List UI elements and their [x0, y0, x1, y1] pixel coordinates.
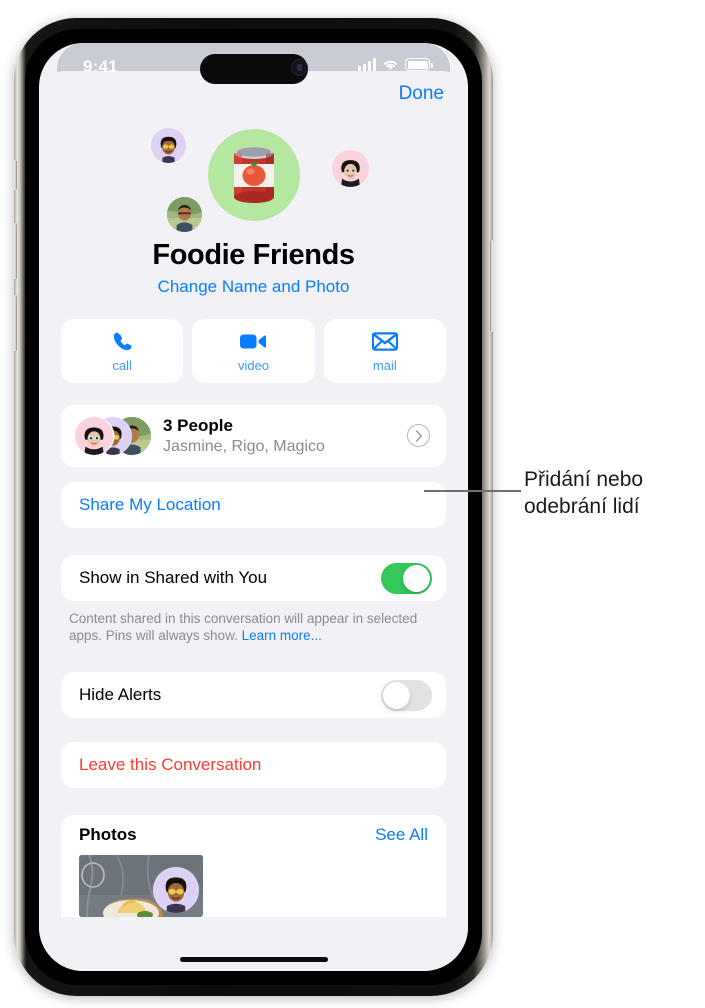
mail-button-label: mail [372, 358, 397, 373]
show-in-shared-with-you-label: Show in Shared with You [79, 568, 268, 587]
phone-screen: 9:41 Done Foodie Friends Change Name and… [39, 43, 468, 971]
video-button-label: video [237, 358, 270, 373]
done-button[interactable]: Done [399, 83, 444, 105]
change-name-and-photo-link[interactable]: Change Name and Photo [39, 277, 468, 297]
avatar-photo-outdoors [166, 197, 202, 232]
home-indicator [179, 957, 328, 962]
avatar-memoji-pink [331, 150, 369, 187]
avatar-memoji-glasses [150, 128, 186, 163]
photos-see-all-link[interactable]: See All [375, 825, 428, 845]
volume-up-button[interactable] [14, 223, 17, 279]
photos-strip [61, 855, 446, 917]
callout-line-1: Přidání nebo [524, 468, 644, 491]
sheet-header: Done [39, 71, 468, 123]
group-name: Foodie Friends [152, 239, 355, 271]
volume-down-button[interactable] [14, 295, 17, 351]
people-count-label: 3 People [163, 415, 233, 435]
people-text: 3 People Jasmine, Rigo, Magico [163, 416, 325, 457]
photos-title: Photos [79, 825, 137, 844]
mail-button[interactable]: mail [323, 319, 446, 383]
action-button[interactable] [14, 160, 17, 190]
callout-leader-line [424, 490, 521, 492]
power-button[interactable] [490, 240, 493, 332]
show-in-shared-with-you-toggle[interactable] [381, 562, 432, 594]
photos-section: Photos See All [61, 815, 446, 917]
quick-action-row: call video mail [61, 319, 446, 383]
chevron-right-icon[interactable] [407, 424, 430, 447]
people-row[interactable]: 3 People Jasmine, Rigo, Magico [61, 405, 446, 467]
video-button[interactable]: video [192, 319, 315, 383]
hide-alerts-toggle[interactable] [381, 679, 432, 711]
hide-alerts-row[interactable]: Hide Alerts [61, 672, 446, 718]
group-details-sheet: Done Foodie Friends Change Name and Phot… [39, 71, 468, 971]
show-in-shared-with-you-row[interactable]: Show in Shared with You [61, 555, 446, 601]
envelope-icon [371, 329, 398, 354]
phone-bezel: 9:41 Done Foodie Friends Change Name and… [25, 29, 482, 985]
group-header: Foodie Friends Change Name and Photo [39, 123, 468, 297]
call-button-label: call [112, 358, 132, 373]
share-my-location-label: Share My Location [79, 495, 221, 514]
photo-thumbnail[interactable] [79, 855, 203, 917]
phone-icon [111, 329, 134, 354]
avatar-memoji-pink [75, 417, 113, 455]
leave-conversation-label: Leave this Conversation [79, 755, 262, 774]
group-avatar-cluster [134, 125, 374, 241]
people-avatar-stack [75, 417, 151, 455]
callout-annotation: Přidání nebo odebrání lidí [524, 466, 702, 520]
learn-more-link[interactable]: Learn more... [242, 628, 322, 643]
call-button[interactable]: call [61, 319, 184, 383]
shared-with-you-footnote: Content shared in this conversation will… [69, 610, 438, 644]
avatar-memoji-glasses [153, 867, 199, 913]
hide-alerts-label: Hide Alerts [79, 685, 162, 704]
people-names-label: Jasmine, Rigo, Magico [163, 437, 325, 455]
phone-device-frame: 9:41 Done Foodie Friends Change Name and… [14, 18, 493, 996]
share-my-location-row[interactable]: Share My Location [61, 482, 446, 528]
group-photo[interactable] [207, 129, 300, 221]
callout-line-2: odebrání lidí [524, 495, 640, 518]
video-camera-icon [240, 329, 267, 354]
canned-tomato-emoji [233, 147, 274, 203]
photos-header: Photos See All [61, 815, 446, 855]
leave-conversation-row[interactable]: Leave this Conversation [61, 742, 446, 788]
